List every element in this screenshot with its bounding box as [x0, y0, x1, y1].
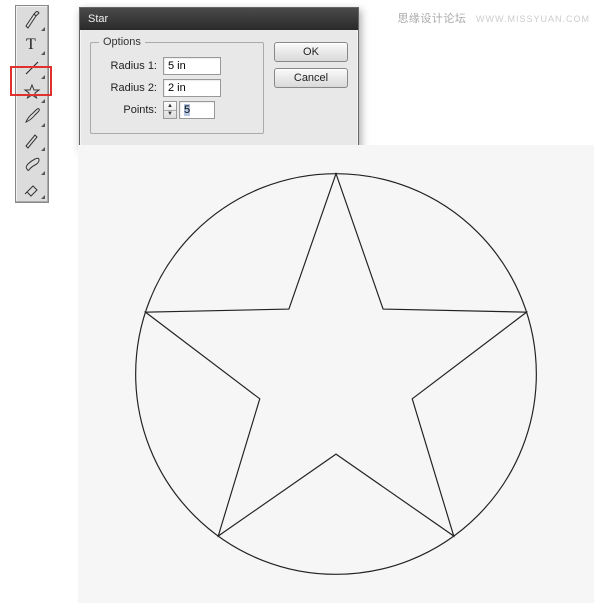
pencil-tool[interactable]: [18, 128, 46, 152]
stepper-up-icon[interactable]: ▲: [164, 102, 176, 111]
eraser-tool[interactable]: [18, 176, 46, 200]
submenu-indicator-icon: [41, 195, 45, 199]
dialog-titlebar[interactable]: Star: [80, 8, 358, 30]
points-value: 5: [184, 104, 190, 116]
dialog-body: Options Radius 1: Radius 2: Points: ▲ ▼ …: [80, 30, 358, 148]
star-path: [145, 174, 526, 536]
artboard[interactable]: [78, 145, 594, 603]
submenu-indicator-icon: [41, 171, 45, 175]
radius2-label: Radius 2:: [99, 82, 157, 94]
points-input[interactable]: 5: [179, 101, 215, 119]
artwork: [121, 159, 551, 589]
circle-path: [136, 174, 537, 575]
svg-text:T: T: [26, 36, 36, 53]
submenu-indicator-icon: [41, 147, 45, 151]
watermark-cn: 思缘设计论坛: [397, 13, 466, 25]
submenu-indicator-icon: [41, 51, 45, 55]
points-stepper-buttons[interactable]: ▲ ▼: [163, 101, 177, 119]
type-tool[interactable]: T: [18, 32, 46, 56]
submenu-indicator-icon: [41, 123, 45, 127]
options-legend: Options: [99, 36, 145, 48]
star-tool[interactable]: [18, 80, 46, 104]
line-segment-tool[interactable]: [18, 56, 46, 80]
ok-button-label: OK: [303, 46, 319, 58]
pen-tool[interactable]: [18, 8, 46, 32]
star-dialog: Star Options Radius 1: Radius 2: Points:…: [79, 7, 359, 149]
submenu-indicator-icon: [41, 99, 45, 103]
points-stepper[interactable]: ▲ ▼ 5: [163, 101, 215, 119]
radius1-label: Radius 1:: [99, 60, 157, 72]
submenu-indicator-icon: [41, 27, 45, 31]
blob-brush-tool[interactable]: [18, 152, 46, 176]
cancel-button[interactable]: Cancel: [274, 68, 348, 88]
dialog-buttons: OK Cancel: [274, 42, 348, 134]
submenu-indicator-icon: [41, 75, 45, 79]
radius2-input[interactable]: [163, 79, 221, 97]
ok-button[interactable]: OK: [274, 42, 348, 62]
radius1-input[interactable]: [163, 57, 221, 75]
options-group: Options Radius 1: Radius 2: Points: ▲ ▼ …: [90, 42, 264, 134]
watermark-url: WWW.MISSYUAN.COM: [476, 14, 590, 24]
paintbrush-tool[interactable]: [18, 104, 46, 128]
points-label: Points:: [99, 104, 157, 116]
stepper-down-icon[interactable]: ▼: [164, 111, 176, 119]
tools-panel: T: [15, 5, 49, 203]
cancel-button-label: Cancel: [294, 72, 328, 84]
watermark: 思缘设计论坛 WWW.MISSYUAN.COM: [397, 10, 590, 26]
dialog-title: Star: [88, 13, 108, 25]
